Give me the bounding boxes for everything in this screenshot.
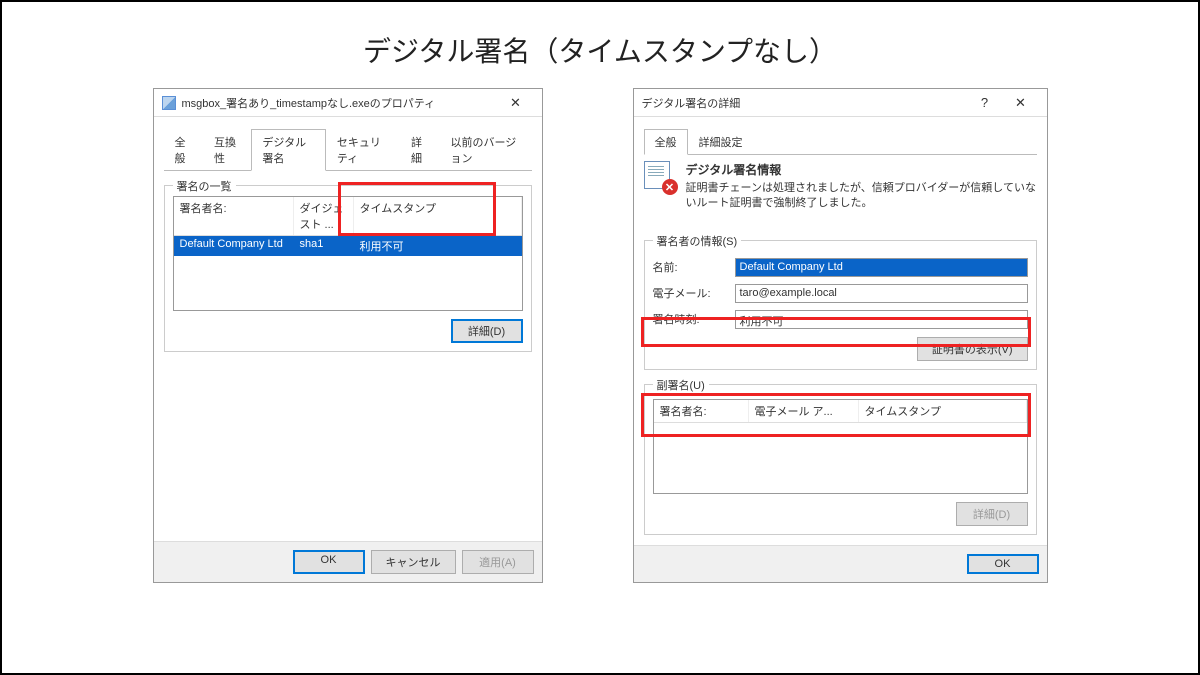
time-field[interactable]: 利用不可 [735, 310, 1028, 329]
tab-security[interactable]: セキュリティ [326, 129, 400, 171]
titlebar: デジタル署名の詳細 ? ✕ [634, 89, 1047, 117]
tabs: 全般 詳細設定 [644, 129, 1037, 155]
email-label: 電子メール: [653, 285, 735, 301]
cell-timestamp: 利用不可 [354, 236, 522, 256]
ok-button[interactable]: OK [293, 550, 365, 574]
view-certificate-button[interactable]: 証明書の表示(V) [917, 337, 1028, 361]
ok-button[interactable]: OK [967, 554, 1039, 574]
tab-previous-versions[interactable]: 以前のバージョン [439, 129, 531, 171]
close-icon[interactable]: ✕ [498, 91, 534, 115]
signature-details-dialog: デジタル署名の詳細 ? ✕ 全般 詳細設定 ✕ デジタル署名情報 証明書チェーン… [633, 88, 1048, 583]
col-signer: 署名者名: [174, 197, 294, 235]
groupbox-legend: 副署名(U) [653, 377, 709, 393]
info-text: 証明書チェーンは処理されましたが、信頼プロバイダーが信頼していないルート証明書で… [686, 181, 1037, 212]
apply-button[interactable]: 適用(A) [462, 550, 534, 574]
tab-advanced[interactable]: 詳細設定 [688, 129, 754, 155]
window-title: デジタル署名の詳細 [642, 95, 967, 111]
name-field[interactable]: Default Company Ltd [735, 258, 1028, 277]
tab-general[interactable]: 全般 [164, 129, 204, 171]
certificate-error-icon: ✕ [644, 161, 676, 193]
col-digest: ダイジェスト ... [294, 197, 354, 235]
app-icon [162, 96, 176, 110]
col-email: 電子メール ア... [749, 400, 859, 422]
signer-info-group: 署名者の情報(S) 名前: Default Company Ltd 電子メール:… [644, 240, 1037, 370]
groupbox-legend: 署名の一覧 [173, 178, 236, 194]
dialog-footer: OK [634, 545, 1047, 582]
tab-compatibility[interactable]: 互換性 [203, 129, 251, 171]
help-icon[interactable]: ? [967, 91, 1003, 115]
time-label: 署名時刻: [653, 311, 735, 327]
list-header: 署名者名: ダイジェスト ... タイムスタンプ [174, 197, 522, 236]
window-title: msgbox_署名あり_timestampなし.exeのプロパティ [182, 95, 498, 111]
countersignatures-group: 副署名(U) 署名者名: 電子メール ア... タイムスタンプ 詳細(D) [644, 384, 1037, 535]
tabs: 全般 互換性 デジタル署名 セキュリティ 詳細 以前のバージョン [164, 129, 532, 171]
signature-list-group: 署名の一覧 署名者名: ダイジェスト ... タイムスタンプ Default C… [164, 185, 532, 352]
countersignatures-list[interactable]: 署名者名: 電子メール ア... タイムスタンプ [653, 399, 1028, 494]
titlebar: msgbox_署名あり_timestampなし.exeのプロパティ ✕ [154, 89, 542, 117]
cell-signer: Default Company Ltd [174, 236, 294, 256]
signature-list[interactable]: 署名者名: ダイジェスト ... タイムスタンプ Default Company… [173, 196, 523, 311]
list-row[interactable]: Default Company Ltd sha1 利用不可 [174, 236, 522, 256]
cell-digest: sha1 [294, 236, 354, 256]
cancel-button[interactable]: キャンセル [371, 550, 456, 574]
page-title: デジタル署名（タイムスタンプなし） [2, 2, 1198, 88]
details-button[interactable]: 詳細(D) [451, 319, 523, 343]
email-field[interactable]: taro@example.local [735, 284, 1028, 303]
tab-general[interactable]: 全般 [644, 129, 688, 155]
col-timestamp: タイムスタンプ [354, 197, 522, 235]
dialog-footer: OK キャンセル 適用(A) [154, 541, 542, 582]
col-signer: 署名者名: [654, 400, 749, 422]
properties-dialog: msgbox_署名あり_timestampなし.exeのプロパティ ✕ 全般 互… [153, 88, 543, 583]
tab-details[interactable]: 詳細 [400, 129, 440, 171]
close-icon[interactable]: ✕ [1003, 91, 1039, 115]
groupbox-legend: 署名者の情報(S) [653, 233, 742, 249]
name-label: 名前: [653, 259, 735, 275]
tab-digital-signatures[interactable]: デジタル署名 [251, 129, 325, 171]
col-timestamp: タイムスタンプ [859, 400, 1027, 422]
info-title: デジタル署名情報 [686, 161, 1037, 178]
details-button[interactable]: 詳細(D) [956, 502, 1028, 526]
